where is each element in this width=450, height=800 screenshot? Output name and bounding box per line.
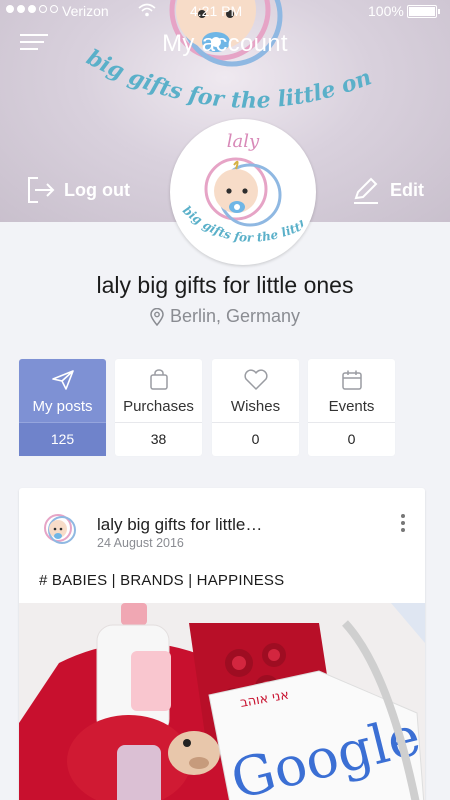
stat-purchases[interactable]: Purchases 38 (115, 359, 202, 456)
location-pin-icon (150, 307, 164, 326)
paper-plane-icon (51, 370, 74, 390)
stat-events[interactable]: Events 0 (308, 359, 395, 456)
post-card[interactable]: laly big gifts for little… 24 August 201… (19, 488, 425, 800)
stat-my-posts[interactable]: My posts 125 (19, 359, 106, 456)
shopping-bag-icon (149, 369, 168, 390)
profile-name: laly big gifts for little ones (96, 272, 354, 298)
carrier-name: Verizon (62, 3, 109, 19)
stat-count: 0 (308, 422, 395, 456)
signal-strength-icon (6, 5, 58, 13)
post-image[interactable]: אני אוהב Google (19, 603, 425, 800)
wifi-icon (138, 3, 156, 17)
calendar-icon (341, 370, 362, 390)
stat-count: 38 (115, 422, 202, 456)
battery-percentage: 100% (368, 3, 404, 19)
stat-label: Events (328, 398, 375, 415)
logout-label: Log out (64, 179, 130, 200)
stat-label: Wishes (230, 398, 281, 415)
laly-logo: laly big gifts for the little ones (174, 123, 308, 245)
battery-tip (438, 9, 440, 14)
post-tags: # BABIES | BRANDS | HAPPINESS (39, 572, 285, 589)
stat-label: My posts (32, 398, 93, 415)
stat-count: 125 (19, 422, 106, 456)
edit-label: Edit (390, 179, 424, 200)
svg-text:laly: laly (227, 131, 260, 152)
profile-stats: My posts 125 Purchases 38 Wishes 0 Event… (19, 359, 395, 456)
post-author-avatar[interactable] (39, 508, 81, 550)
stat-count: 0 (212, 422, 299, 456)
more-options-icon[interactable] (397, 514, 409, 536)
location-text: Berlin, Germany (169, 306, 301, 326)
clock-time: 4:21 PM (190, 3, 243, 19)
logout-button[interactable]: Log out (26, 176, 130, 204)
edit-button[interactable]: Edit (352, 176, 424, 204)
status-bar: Verizon 4:21 PM 100% (0, 0, 450, 24)
battery-icon (407, 5, 437, 18)
stat-label: Purchases (123, 398, 194, 415)
post-date: 24 August 2016 (97, 536, 184, 550)
logout-icon (28, 177, 55, 203)
heart-icon (243, 369, 268, 390)
page-title: My account (162, 30, 288, 57)
profile-location: Berlin, Germany (0, 306, 450, 327)
pencil-icon (354, 177, 378, 204)
profile-avatar[interactable]: laly big gifts for the little ones (170, 119, 316, 265)
post-author-name[interactable]: laly big gifts for little… (97, 515, 367, 535)
stat-wishes[interactable]: Wishes 0 (212, 359, 299, 456)
